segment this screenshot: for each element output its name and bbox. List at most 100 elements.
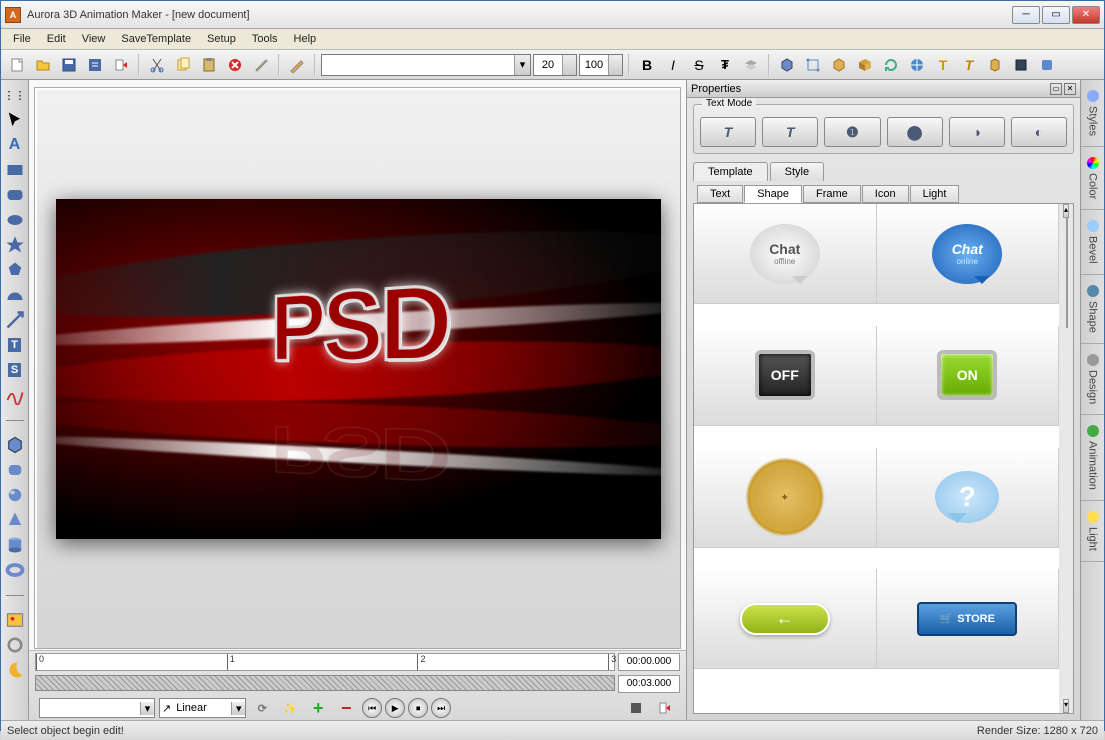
textmode-3[interactable]: ❶	[824, 117, 880, 147]
undock-icon[interactable]: ▭	[1050, 83, 1062, 95]
add-key-button[interactable]: +	[306, 696, 330, 720]
shape-off-button[interactable]: OFF	[694, 326, 877, 426]
minimize-button[interactable]: ─	[1012, 6, 1040, 24]
remove-key-button[interactable]: −	[334, 696, 358, 720]
rtab-color[interactable]: Color	[1081, 147, 1104, 210]
roundrect-tool[interactable]	[4, 184, 26, 206]
menu-tools[interactable]: Tools	[244, 31, 286, 47]
textmode-1[interactable]: T	[700, 117, 756, 147]
size2-input[interactable]	[580, 59, 608, 71]
cube-shape-tool[interactable]	[4, 434, 26, 456]
text3d-tool[interactable]: T	[931, 53, 955, 77]
delete-button[interactable]	[223, 53, 247, 77]
font-dropdown-icon[interactable]: ▾	[514, 55, 530, 75]
material-tool[interactable]	[1035, 53, 1059, 77]
dropdown-icon[interactable]: ▾	[231, 702, 245, 715]
layers-button[interactable]	[739, 53, 763, 77]
menu-help[interactable]: Help	[286, 31, 325, 47]
shape-chat-online[interactable]: Chatonline	[877, 204, 1060, 304]
cut-button[interactable]	[145, 53, 169, 77]
last-frame-button[interactable]: ⏭	[431, 698, 451, 718]
tab-template[interactable]: Template	[693, 162, 768, 181]
refresh-tool[interactable]	[879, 53, 903, 77]
savetool-button[interactable]	[83, 53, 107, 77]
shape-chat-offline[interactable]: Chatoffline	[694, 204, 877, 304]
textmode-4[interactable]: ⬤	[887, 117, 943, 147]
arc-tool[interactable]	[4, 284, 26, 306]
easing-input[interactable]	[173, 702, 231, 714]
shape-on-button[interactable]: ON	[877, 326, 1060, 426]
play-button[interactable]: ▶	[385, 698, 405, 718]
menu-file[interactable]: File	[5, 31, 39, 47]
cylinder-tool[interactable]	[4, 534, 26, 556]
easing-combo[interactable]: ↗▾	[159, 698, 246, 718]
ellipse-tool[interactable]	[4, 209, 26, 231]
rtab-design[interactable]: Design	[1081, 344, 1104, 415]
sphere-tool[interactable]	[4, 484, 26, 506]
globe-tool[interactable]	[905, 53, 929, 77]
textmode-5[interactable]: ◑	[949, 117, 1005, 147]
star-tool[interactable]	[4, 234, 26, 256]
timeline-track[interactable]	[35, 675, 615, 691]
arrow-tool[interactable]	[4, 309, 26, 331]
bold-button[interactable]: B	[635, 53, 659, 77]
subtab-text[interactable]: Text	[697, 185, 743, 203]
export-button[interactable]	[109, 53, 133, 77]
font-combo[interactable]: ▾	[321, 54, 531, 76]
size1-step[interactable]	[562, 55, 576, 75]
object-combo[interactable]: ▾	[39, 698, 155, 718]
image-tool[interactable]	[4, 609, 26, 631]
draw-button[interactable]	[285, 53, 309, 77]
menu-setup[interactable]: Setup	[199, 31, 244, 47]
shape-arrow-pill[interactable]: ←	[694, 569, 877, 669]
close-button[interactable]: ✕	[1072, 6, 1100, 24]
cone-tool[interactable]	[4, 509, 26, 531]
cube-tool[interactable]	[775, 53, 799, 77]
canvas-logo-text[interactable]: PSD	[271, 260, 449, 385]
open-button[interactable]	[31, 53, 55, 77]
rtab-styles[interactable]: Styles	[1081, 80, 1104, 147]
subtab-light[interactable]: Light	[910, 185, 960, 203]
eyedrop-tool[interactable]	[4, 634, 26, 656]
shape-seal[interactable]: ✦	[694, 448, 877, 548]
textfx-button[interactable]: ₮	[713, 53, 737, 77]
canvas[interactable]: PSD PSD	[56, 199, 661, 539]
subtab-shape[interactable]: Shape	[744, 185, 802, 203]
wand-button[interactable]: ✨	[278, 696, 302, 720]
size1-input[interactable]	[534, 59, 562, 71]
tab-style[interactable]: Style	[770, 162, 824, 181]
rtab-shape[interactable]: Shape	[1081, 275, 1104, 344]
rtab-light[interactable]: Light	[1081, 501, 1104, 562]
strike-button[interactable]: S	[687, 53, 711, 77]
timeline-ruler[interactable]: 0 1 2 3	[35, 653, 615, 671]
loop-button[interactable]: ⟳	[250, 696, 274, 720]
transform-tool[interactable]	[801, 53, 825, 77]
maximize-button[interactable]: ▭	[1042, 6, 1070, 24]
fill-tool[interactable]	[1009, 53, 1033, 77]
package-tool[interactable]	[853, 53, 877, 77]
scroll-up-icon[interactable]: ▴	[1063, 204, 1069, 218]
rect-tool[interactable]	[4, 159, 26, 181]
textmode-6[interactable]: ◐	[1011, 117, 1067, 147]
torus-tool[interactable]	[4, 559, 26, 581]
rtab-animation[interactable]: Animation	[1081, 415, 1104, 501]
moon-tool[interactable]	[4, 659, 26, 681]
3dshape-tool[interactable]: S	[4, 359, 26, 381]
menu-savetemplate[interactable]: SaveTemplate	[113, 31, 199, 47]
subtab-frame[interactable]: Frame	[803, 185, 861, 203]
new-button[interactable]	[5, 53, 29, 77]
shape-store-button[interactable]: 🛒STORE	[877, 569, 1060, 669]
brush-button[interactable]	[249, 53, 273, 77]
size1-spinner[interactable]	[533, 54, 577, 76]
render-button[interactable]	[624, 696, 648, 720]
dropdown-icon[interactable]: ▾	[140, 702, 154, 715]
rtab-bevel[interactable]: Bevel	[1081, 210, 1104, 275]
3dtext-tool[interactable]: T	[4, 334, 26, 356]
save-button[interactable]	[57, 53, 81, 77]
object-combo-input[interactable]	[40, 702, 140, 714]
size2-step[interactable]	[608, 55, 622, 75]
close-panel-icon[interactable]: ✕	[1064, 83, 1076, 95]
scroll-down-icon[interactable]: ▾	[1063, 699, 1069, 713]
textmode-2[interactable]: T	[762, 117, 818, 147]
menu-edit[interactable]: Edit	[39, 31, 74, 47]
